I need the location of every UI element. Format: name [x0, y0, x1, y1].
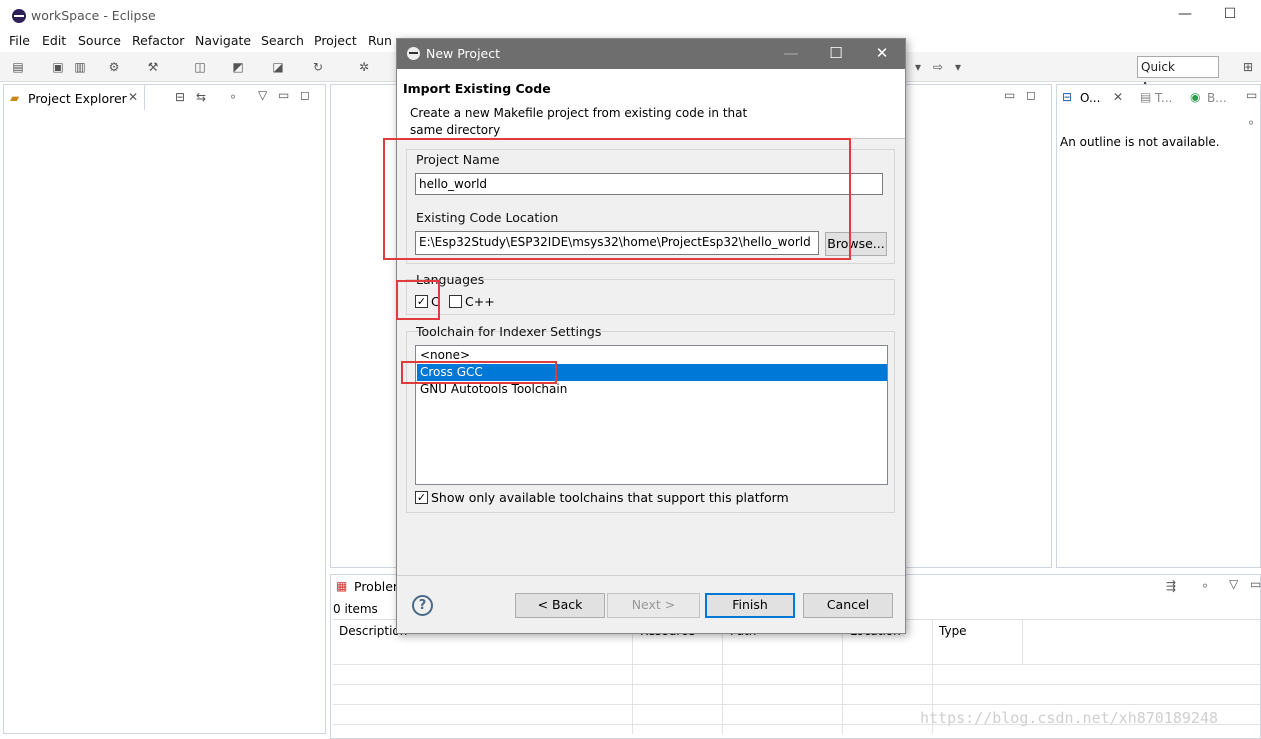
- column-type[interactable]: Type: [939, 624, 967, 638]
- minimize-view-icon[interactable]: ▭: [1246, 88, 1257, 102]
- filter-icon[interactable]: ⚬: [228, 90, 238, 104]
- show-only-label: Show only available toolchains that supp…: [431, 490, 789, 505]
- save-icon[interactable]: ▣: [50, 59, 66, 75]
- finish-button[interactable]: Finish: [705, 593, 795, 618]
- outline-icon: ⊟: [1062, 90, 1073, 104]
- folder-icon: ▰: [10, 91, 20, 105]
- dialog-close-button[interactable]: ✕: [872, 44, 892, 62]
- project-explorer-tab[interactable]: ▰ Project Explorer ✕: [3, 84, 145, 110]
- dialog-minimize-button[interactable]: —: [781, 44, 801, 62]
- dialog-maximize-button[interactable]: ☐: [826, 44, 846, 62]
- menu-refactor[interactable]: Refactor: [132, 33, 184, 48]
- new-project-dialog: New Project — ☐ ✕ Import Existing Code C…: [396, 38, 906, 634]
- outline-pane: [1056, 84, 1261, 568]
- footer-divider: [397, 575, 905, 576]
- save-all-icon[interactable]: ▥: [72, 59, 88, 75]
- cancel-button[interactable]: Cancel: [803, 593, 893, 618]
- watermark-text: https://blog.csdn.net/xh870189248: [920, 709, 1219, 727]
- tab-task-list[interactable]: T...: [1155, 91, 1172, 105]
- minimize-view-icon[interactable]: ▭: [1004, 88, 1015, 102]
- debug-icon[interactable]: ✲: [356, 59, 372, 75]
- wizard-title: Import Existing Code: [403, 81, 551, 96]
- minimize-button[interactable]: —: [1170, 6, 1200, 24]
- column-divider: [1022, 619, 1023, 664]
- column-divider: [842, 619, 843, 734]
- outline-message: An outline is not available.: [1060, 135, 1220, 149]
- lang-cpp-label: C++: [465, 294, 495, 309]
- build-icon[interactable]: ⚒: [145, 59, 161, 75]
- refresh-icon[interactable]: ↻: [310, 59, 326, 75]
- menu-navigate[interactable]: Navigate: [195, 33, 251, 48]
- maximize-button[interactable]: ☐: [1215, 6, 1245, 24]
- project-explorer-pane: [3, 84, 326, 734]
- dialog-title: New Project: [426, 46, 501, 61]
- quick-access-field[interactable]: Quick Access: [1137, 56, 1219, 94]
- problems-count: 0 items: [333, 602, 378, 616]
- tab-build-targets[interactable]: B...: [1207, 91, 1227, 105]
- table-row: [333, 704, 1261, 705]
- main-titlebar: workSpace - Eclipse — ☐: [0, 0, 1261, 30]
- maximize-view-icon[interactable]: ◻: [1026, 88, 1036, 102]
- menu-source[interactable]: Source: [78, 33, 121, 48]
- column-divider: [632, 619, 633, 734]
- menu-file[interactable]: File: [9, 33, 30, 48]
- annotation-box-toolchain: [401, 361, 557, 384]
- problems-icon: ▦: [336, 579, 348, 593]
- show-only-checkbox[interactable]: ✓: [415, 491, 428, 504]
- table-row: [333, 664, 1261, 665]
- new-folder-icon[interactable]: ◩: [230, 59, 246, 75]
- menu-run[interactable]: Run: [368, 33, 392, 48]
- table-row: [333, 684, 1261, 685]
- wizard-header: Import Existing Code Create a new Makefi…: [397, 69, 905, 139]
- maximize-view-icon[interactable]: ◻: [300, 88, 310, 102]
- view-menu-icon[interactable]: ▽: [1229, 577, 1238, 591]
- task-list-icon: ▤: [1140, 90, 1152, 104]
- close-icon[interactable]: ✕: [1113, 90, 1123, 104]
- forward-arrow-icon[interactable]: ⇨: [930, 59, 946, 75]
- collapse-all-icon[interactable]: ⊟: [175, 90, 185, 104]
- link-editor-icon[interactable]: ⇆: [196, 90, 206, 104]
- build-targets-icon: ◉: [1190, 90, 1201, 104]
- new-class-icon[interactable]: ◫: [192, 59, 208, 75]
- help-icon[interactable]: ?: [412, 595, 433, 616]
- settings-icon[interactable]: ⚙: [106, 59, 122, 75]
- menu-search[interactable]: Search: [261, 33, 304, 48]
- chevron-down-icon[interactable]: ▾: [950, 59, 966, 75]
- close-icon[interactable]: ✕: [128, 90, 138, 104]
- eclipse-logo-icon: [12, 9, 26, 23]
- menu-project[interactable]: Project: [314, 33, 357, 48]
- minimize-view-icon[interactable]: ▭: [278, 88, 289, 102]
- new-file-icon[interactable]: ◪: [270, 59, 286, 75]
- annotation-box-language: [396, 280, 440, 320]
- menu-edit[interactable]: Edit: [42, 33, 66, 48]
- chevron-down-icon[interactable]: ▾: [910, 59, 926, 75]
- dialog-titlebar: New Project — ☐ ✕: [397, 39, 905, 69]
- eclipse-logo-icon: [407, 47, 420, 60]
- filter-icon[interactable]: ⚬: [1200, 579, 1210, 593]
- project-explorer-label: Project Explorer: [28, 91, 127, 106]
- lang-cpp-checkbox[interactable]: [449, 295, 462, 308]
- window-title: workSpace - Eclipse: [31, 8, 156, 23]
- column-divider: [722, 619, 723, 734]
- back-button[interactable]: < Back: [515, 593, 605, 618]
- toolchain-label: Toolchain for Indexer Settings: [416, 324, 602, 339]
- wizard-description: Create a new Makefile project from exist…: [410, 106, 748, 137]
- filter-icon[interactable]: ⚬: [1246, 116, 1256, 130]
- view-menu-icon[interactable]: ▽: [258, 88, 267, 102]
- next-button[interactable]: Next >: [607, 593, 700, 618]
- new-icon[interactable]: ▤: [10, 59, 26, 75]
- annotation-box-project-info: [383, 138, 851, 260]
- collapse-all-icon[interactable]: ⇶: [1166, 579, 1176, 593]
- tab-outline[interactable]: O...: [1080, 91, 1100, 105]
- perspective-icon[interactable]: ⊞: [1240, 59, 1256, 75]
- minimize-view-icon[interactable]: ▭: [1250, 577, 1261, 591]
